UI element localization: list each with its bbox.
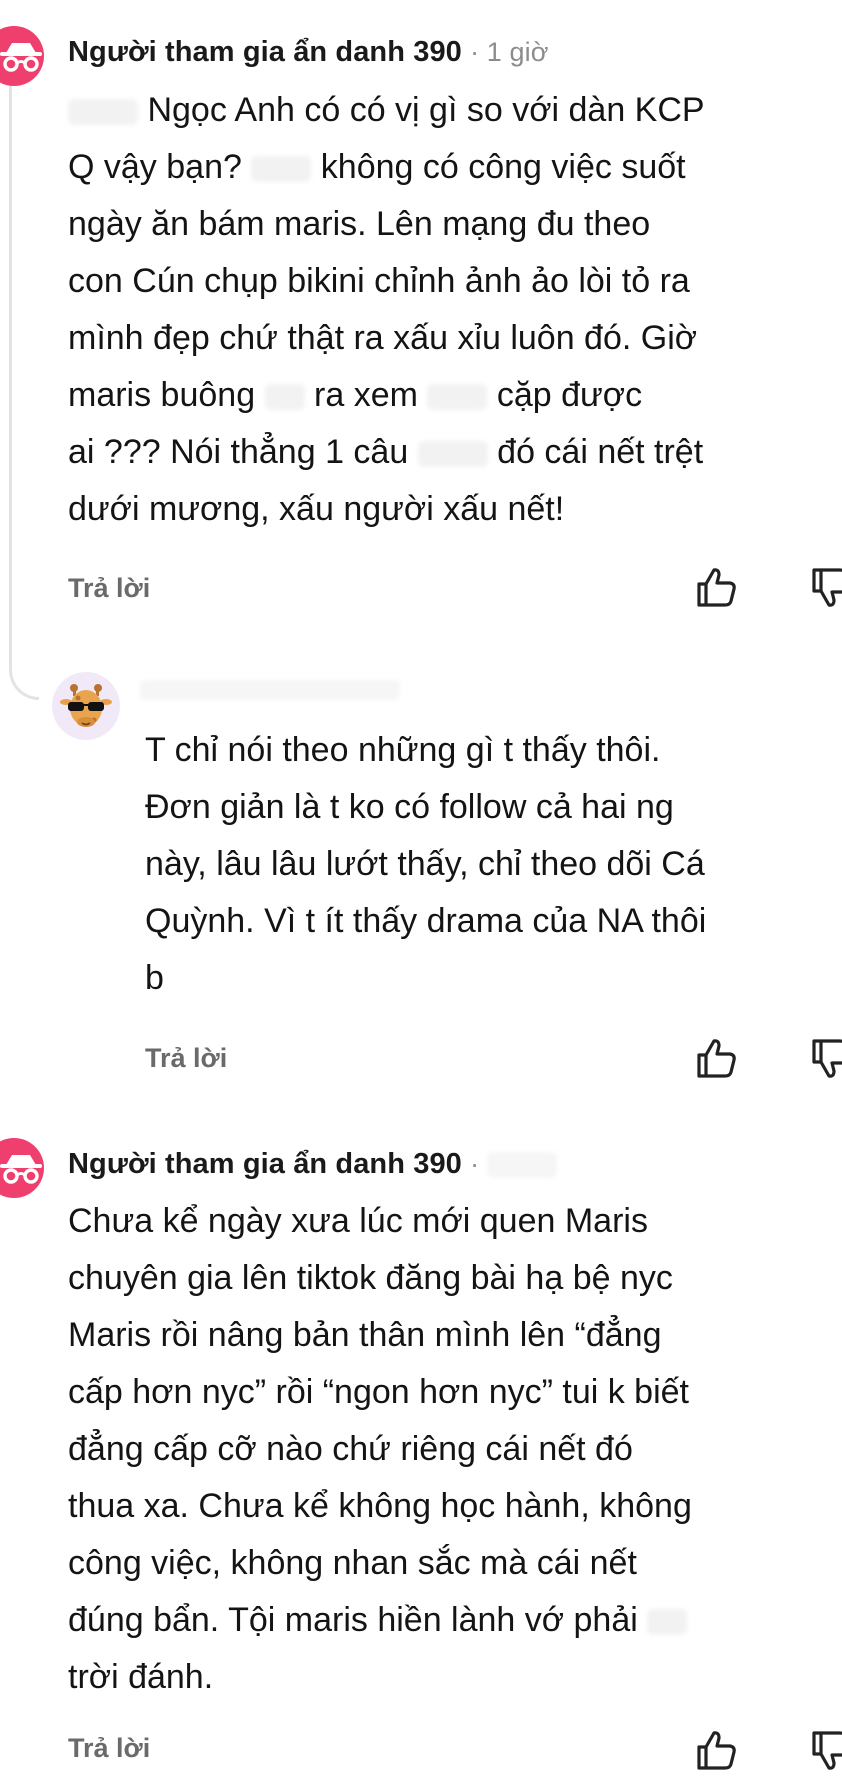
comment-line: T chỉ nói theo những gì t thấy thôi. xyxy=(145,731,661,769)
comment-line: Đơn giản là t ko có follow cả hai ng xyxy=(145,788,674,826)
comment-line: b xyxy=(145,959,164,997)
comment-line: mình đẹp chứ thật ra xấu xỉu luôn đó. Gi… xyxy=(68,319,698,357)
redacted-author xyxy=(140,680,400,700)
comment-time: · 1 giờ xyxy=(470,37,549,67)
dislike-button[interactable] xyxy=(808,564,842,610)
redacted-text xyxy=(68,99,138,126)
redacted-text xyxy=(264,384,305,411)
comment-line: Q vậy bạn? xyxy=(68,148,242,186)
giraffe-avatar[interactable] xyxy=(52,672,120,740)
comment-line: Quỳnh. Vì t ít thấy drama của NA thôi xyxy=(145,902,707,940)
comment-line: không có công việc suốt xyxy=(320,148,686,186)
comment-line: con Cún chụp bikini chỉnh ảnh ảo lòi tỏ … xyxy=(68,262,690,300)
redacted-text xyxy=(251,156,312,183)
comment-author-line: Người tham gia ẩn danh 390 · xyxy=(68,1148,558,1181)
incognito-icon xyxy=(0,43,42,72)
reply-button[interactable]: Trả lời xyxy=(68,573,150,604)
comment-author-line: Người tham gia ẩn danh 390 · 1 giờ xyxy=(68,36,549,69)
comment-line: Ngọc Anh có có vị gì so với dàn KCP xyxy=(147,91,705,129)
comment-line: maris buông xyxy=(68,376,256,414)
comment-time: · xyxy=(470,1149,480,1179)
incognito-icon xyxy=(0,1155,42,1184)
thumbs-up-icon xyxy=(697,1731,736,1770)
comment-line: công việc, không nhan sắc mà cái nết xyxy=(68,1544,637,1582)
redacted-text xyxy=(647,1609,688,1636)
comment-line: đúng bẩn. Tội maris hiền lành vớ phải xyxy=(68,1601,638,1639)
thumbs-down-icon xyxy=(812,1731,842,1770)
thumbs-up-icon xyxy=(697,568,736,607)
comment-line: cấp hơn nyc” rồi “ngon hơn nyc” tui k bi… xyxy=(68,1373,689,1411)
author-name[interactable]: Người tham gia ẩn danh 390 xyxy=(68,1148,462,1180)
comment-body: Chưa kể ngày xưa lúc mới quen Maris chuy… xyxy=(68,1193,692,1706)
comment-line: ai ??? Nói thẳng 1 câu xyxy=(68,433,409,471)
reply-button[interactable]: Trả lời xyxy=(145,1043,227,1074)
thread-connector-line xyxy=(9,60,39,700)
thumbs-down-icon xyxy=(812,568,842,607)
like-button[interactable] xyxy=(693,564,739,610)
redacted-text xyxy=(417,441,488,468)
giraffe-sunglasses-avatar xyxy=(60,684,112,727)
dislike-button[interactable] xyxy=(808,1035,842,1081)
comment-line: ra xem xyxy=(314,376,418,414)
comment-line: đẳng cấp cỡ nào chứ riêng cái nết đó xyxy=(68,1430,633,1468)
like-button[interactable] xyxy=(693,1035,739,1081)
comment-body: T chỉ nói theo những gì t thấy thôi. Đơn… xyxy=(145,722,706,1007)
comment-line: ngày ăn bám maris. Lên mạng đu theo xyxy=(68,205,651,243)
comment-line: trời đánh. xyxy=(68,1658,214,1696)
comment-line: đó cái nết trệt xyxy=(497,433,704,471)
author-name[interactable]: Người tham gia ẩn danh 390 xyxy=(68,36,462,68)
reply-button[interactable]: Trả lời xyxy=(68,1733,150,1764)
redacted-text xyxy=(487,1152,558,1179)
comment-body: Ngọc Anh có có vị gì so với dàn KCP Q vậ… xyxy=(68,82,705,538)
comment-line: dưới mương, xấu người xấu nết! xyxy=(68,490,565,528)
comment-line: chuyên gia lên tiktok đăng bài hạ bệ nyc xyxy=(68,1259,673,1297)
dislike-button[interactable] xyxy=(808,1727,842,1773)
thumbs-down-icon xyxy=(812,1039,842,1078)
thumbs-up-icon xyxy=(697,1039,736,1078)
comment-line: cặp được xyxy=(496,376,643,414)
comment-line: này, lâu lâu lướt thấy, chỉ theo dõi Cá xyxy=(145,845,705,883)
comment-line: Maris rồi nâng bản thân mình lên “đẳng xyxy=(68,1316,662,1354)
comment-line: Chưa kể ngày xưa lúc mới quen Maris xyxy=(68,1202,648,1240)
like-button[interactable] xyxy=(693,1727,739,1773)
redacted-text xyxy=(427,384,488,411)
comment-line: thua xa. Chưa kể không học hành, không xyxy=(68,1487,692,1525)
anonymous-avatar[interactable] xyxy=(0,1138,44,1198)
